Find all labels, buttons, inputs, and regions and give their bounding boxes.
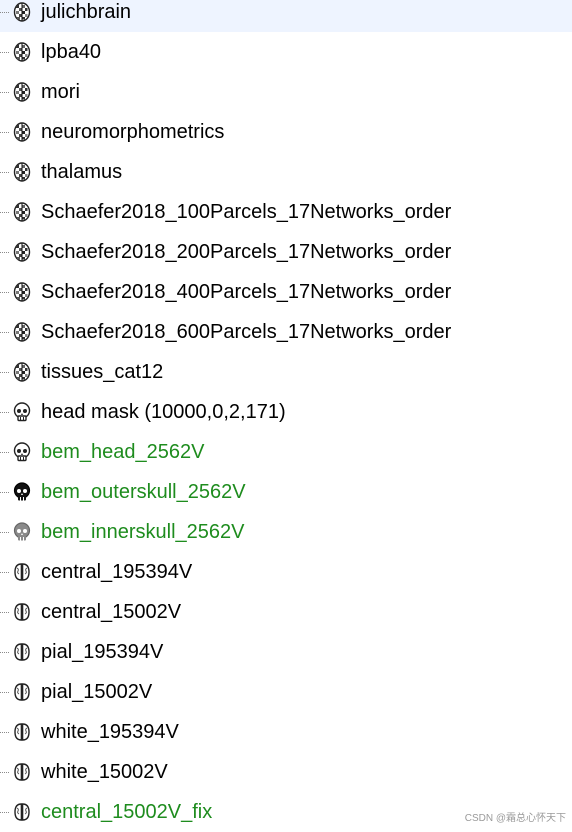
tree-connector xyxy=(0,492,10,493)
cortex-surface-icon[interactable] xyxy=(12,562,32,582)
tree-item[interactable]: head mask (10000,0,2,171) xyxy=(0,392,572,432)
atlas-icon[interactable] xyxy=(12,322,32,342)
tree-connector xyxy=(0,212,10,213)
cortex-surface-icon[interactable] xyxy=(12,802,32,822)
cortex-surface-icon[interactable] xyxy=(12,642,32,662)
tree-connector xyxy=(0,452,10,453)
tree-connector xyxy=(0,252,10,253)
tree-item-label[interactable]: bem_outerskull_2562V xyxy=(41,480,246,504)
atlas-icon[interactable] xyxy=(12,242,32,262)
head-surface-icon[interactable] xyxy=(12,442,32,462)
inner-skull-icon[interactable] xyxy=(12,522,32,542)
tree-connector xyxy=(0,692,10,693)
atlas-icon[interactable] xyxy=(12,162,32,182)
tree-item[interactable]: white_15002V xyxy=(0,752,572,792)
tree-item-label[interactable]: lpba40 xyxy=(41,40,101,64)
tree-item[interactable]: bem_outerskull_2562V xyxy=(0,472,572,512)
tree-connector xyxy=(0,652,10,653)
tree-connector xyxy=(0,732,10,733)
tree-item[interactable]: Schaefer2018_600Parcels_17Networks_order xyxy=(0,312,572,352)
file-tree: julichbrain lpba40 mori neuromorphometri… xyxy=(0,0,572,832)
tree-item[interactable]: central_15002V xyxy=(0,592,572,632)
tree-item[interactable]: neuromorphometrics xyxy=(0,112,572,152)
tree-item-label[interactable]: Schaefer2018_100Parcels_17Networks_order xyxy=(41,200,451,224)
tree-connector xyxy=(0,332,10,333)
tree-item[interactable]: thalamus xyxy=(0,152,572,192)
tree-item[interactable]: Schaefer2018_200Parcels_17Networks_order xyxy=(0,232,572,272)
tree-connector xyxy=(0,92,10,93)
tree-item[interactable]: bem_innerskull_2562V xyxy=(0,512,572,552)
tree-connector xyxy=(0,172,10,173)
tree-item[interactable]: pial_15002V xyxy=(0,672,572,712)
tree-connector xyxy=(0,412,10,413)
watermark-text: CSDN @霜总心怀天下 xyxy=(464,813,566,824)
atlas-icon[interactable] xyxy=(12,202,32,222)
tree-connector xyxy=(0,132,10,133)
atlas-icon[interactable] xyxy=(12,42,32,62)
atlas-icon[interactable] xyxy=(12,362,32,382)
tree-item[interactable]: mori xyxy=(0,72,572,112)
tree-connector xyxy=(0,372,10,373)
tree-item-label[interactable]: Schaefer2018_600Parcels_17Networks_order xyxy=(41,320,451,344)
tree-item-label[interactable]: central_15002V xyxy=(41,600,181,624)
tree-connector xyxy=(0,772,10,773)
outer-skull-icon[interactable] xyxy=(12,482,32,502)
tree-item[interactable]: Schaefer2018_100Parcels_17Networks_order xyxy=(0,192,572,232)
atlas-icon[interactable] xyxy=(12,282,32,302)
tree-connector xyxy=(0,292,10,293)
tree-item-label[interactable]: pial_195394V xyxy=(41,640,163,664)
cortex-surface-icon[interactable] xyxy=(12,762,32,782)
tree-item-label[interactable]: bem_head_2562V xyxy=(41,440,204,464)
cortex-surface-icon[interactable] xyxy=(12,722,32,742)
tree-connector xyxy=(0,52,10,53)
tree-item[interactable]: white_195394V xyxy=(0,712,572,752)
tree-item-label[interactable]: mori xyxy=(41,80,80,104)
tree-item-label[interactable]: white_195394V xyxy=(41,720,179,744)
tree-item-label[interactable]: bem_innerskull_2562V xyxy=(41,520,244,544)
tree-connector xyxy=(0,812,10,813)
tree-item-label[interactable]: Schaefer2018_400Parcels_17Networks_order xyxy=(41,280,451,304)
tree-item-label[interactable]: pial_15002V xyxy=(41,680,152,704)
tree-item[interactable]: Schaefer2018_400Parcels_17Networks_order xyxy=(0,272,572,312)
tree-item[interactable]: pial_195394V xyxy=(0,632,572,672)
tree-item[interactable]: julichbrain xyxy=(0,0,572,32)
tree-item-label[interactable]: julichbrain xyxy=(41,0,131,24)
tree-item-label[interactable]: head mask (10000,0,2,171) xyxy=(41,400,286,424)
head-mask-icon[interactable] xyxy=(12,402,32,422)
tree-item[interactable]: lpba40 xyxy=(0,32,572,72)
tree-item[interactable]: bem_head_2562V xyxy=(0,432,572,472)
tree-connector xyxy=(0,612,10,613)
atlas-icon[interactable] xyxy=(12,2,32,22)
tree-item-label[interactable]: white_15002V xyxy=(41,760,168,784)
atlas-icon[interactable] xyxy=(12,122,32,142)
tree-item-label[interactable]: Schaefer2018_200Parcels_17Networks_order xyxy=(41,240,451,264)
cortex-surface-icon[interactable] xyxy=(12,602,32,622)
tree-connector xyxy=(0,12,10,13)
tree-connector xyxy=(0,572,10,573)
atlas-icon[interactable] xyxy=(12,82,32,102)
cortex-surface-icon[interactable] xyxy=(12,682,32,702)
tree-item[interactable]: central_195394V xyxy=(0,552,572,592)
tree-item-label[interactable]: central_15002V_fix xyxy=(41,800,212,824)
tree-item-label[interactable]: tissues_cat12 xyxy=(41,360,163,384)
tree-item[interactable]: tissues_cat12 xyxy=(0,352,572,392)
tree-item-label[interactable]: central_195394V xyxy=(41,560,192,584)
tree-connector xyxy=(0,532,10,533)
tree-item-label[interactable]: neuromorphometrics xyxy=(41,120,224,144)
tree-item-label[interactable]: thalamus xyxy=(41,160,122,184)
